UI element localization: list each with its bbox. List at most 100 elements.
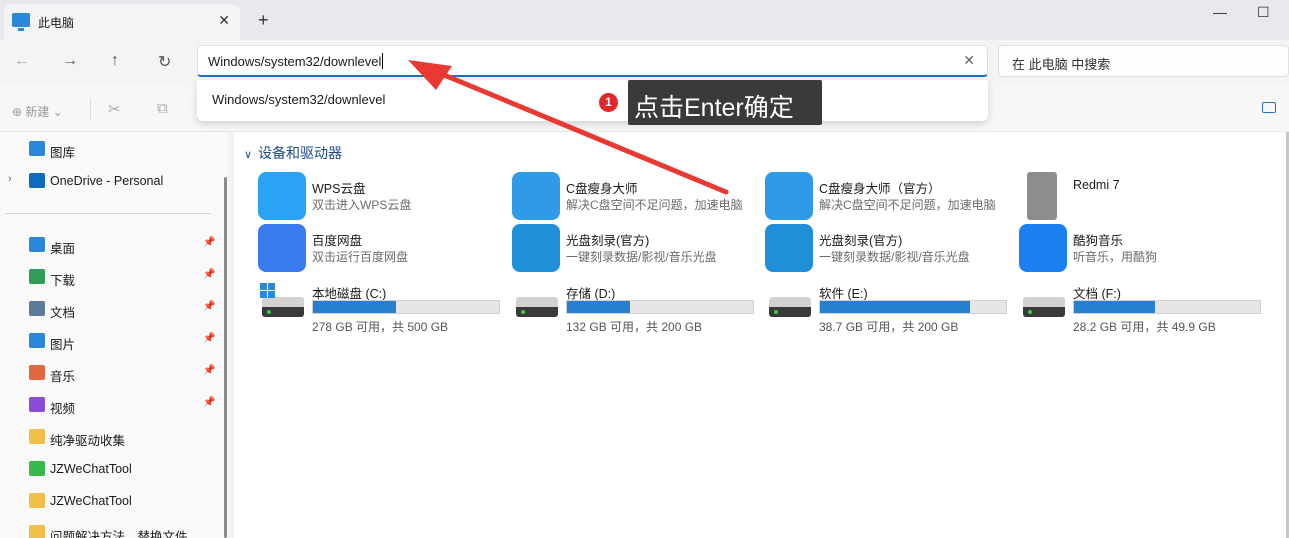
c-cleaner-icon	[512, 172, 560, 220]
music-icon	[29, 365, 45, 380]
device-name: C盘瘦身大师	[566, 182, 638, 196]
sidebar-item[interactable]: 音乐 📌	[0, 359, 220, 387]
drive-usage-bar	[566, 300, 754, 314]
sidebar-item-label: JZWeChatTool	[50, 494, 132, 508]
hard-drive-icon	[769, 297, 811, 317]
sidebar-item[interactable]: › OneDrive - Personal	[0, 167, 220, 195]
drive-usage-fill	[1074, 301, 1155, 313]
drive-tile[interactable]: 软件 (E:) 38.7 GB 可用，共 200 GB	[767, 283, 1017, 335]
sidebar-item-label: 文档	[50, 306, 76, 320]
sidebar-item-label: 问题解决方法、替换文件	[50, 530, 188, 538]
drive-tile[interactable]: 文档 (F:) 28.2 GB 可用，共 49.9 GB	[1021, 283, 1271, 335]
sidebar-item[interactable]: JZWeChatTool	[0, 487, 220, 515]
sidebar-item[interactable]: 问题解决方法、替换文件	[0, 519, 220, 538]
pin-icon: 📌	[203, 333, 216, 344]
section-title: 设备和驱动器	[258, 145, 343, 161]
device-tile[interactable]: 酷狗音乐听音乐，用酷狗	[1019, 224, 1269, 276]
sidebar-item[interactable]: JZWeChatTool	[0, 455, 220, 483]
toolbar-divider	[90, 98, 91, 120]
device-name: C盘瘦身大师（官方）	[819, 182, 941, 196]
address-input[interactable]: Windows/system32/downlevel	[208, 53, 384, 69]
chevron-right-icon[interactable]: ›	[8, 173, 12, 185]
title-bar: 此电脑 ✕ + — ☐	[0, 0, 1289, 40]
sidebar-item[interactable]: 桌面 📌	[0, 231, 220, 259]
pin-icon: 📌	[203, 365, 216, 376]
sidebar-item[interactable]: 图库	[0, 135, 220, 163]
device-name: Redmi 7	[1073, 178, 1120, 192]
sidebar-item[interactable]: 图片 📌	[0, 327, 220, 355]
drive-usage-fill	[313, 301, 396, 313]
device-description: 双击运行百度网盘	[312, 250, 409, 264]
search-box[interactable]: 在 此电脑 中搜索	[998, 45, 1289, 77]
hard-drive-icon	[262, 297, 304, 317]
maximize-button[interactable]: ☐	[1257, 4, 1270, 21]
device-description: 听音乐，用酷狗	[1073, 250, 1158, 264]
device-description: 解决C盘空间不足问题，加速电脑	[566, 198, 743, 212]
suggestion-item[interactable]: Windows/system32/downlevel	[212, 92, 385, 107]
drive-free-space: 28.2 GB 可用，共 49.9 GB	[1073, 320, 1216, 334]
device-tile[interactable]: 光盘刻录(官方) 一键刻录数据/影视/音乐光盘	[512, 224, 762, 276]
device-tile[interactable]: WPS云盘双击进入WPS云盘	[258, 172, 508, 224]
sidebar-item[interactable]: 纯净驱动收集	[0, 423, 220, 451]
sidebar-item-label: 桌面	[50, 242, 76, 256]
sidebar-item[interactable]: 下载 📌	[0, 263, 220, 291]
annotation-text: 点击Enter确定	[634, 94, 794, 122]
device-tile[interactable]: 光盘刻录(官方) 一键刻录数据/影视/音乐光盘	[765, 224, 1015, 276]
close-tab-icon[interactable]: ✕	[218, 12, 230, 29]
annotation-callout: 点击Enter确定	[628, 80, 822, 125]
drive-free-space: 132 GB 可用，共 200 GB	[566, 320, 703, 334]
back-button[interactable]: ←	[14, 52, 30, 70]
computer-icon	[12, 13, 30, 31]
windows-logo-square	[260, 291, 267, 298]
device-tile[interactable]: Redmi 7	[1019, 172, 1269, 224]
device-name: 光盘刻录(官方)	[819, 234, 903, 248]
drive-tile[interactable]: 存储 (D:) 132 GB 可用，共 200 GB	[514, 283, 764, 335]
up-button[interactable]: ↑	[111, 52, 119, 70]
sidebar-item-label: OneDrive - Personal	[50, 174, 164, 188]
details-pane-icon[interactable]	[1262, 102, 1276, 113]
sidebar-scrollbar[interactable]	[224, 177, 227, 538]
drive-tile[interactable]: 本地磁盘 (C:) 278 GB 可用，共 500 GB	[260, 283, 510, 335]
section-header[interactable]: ∨ 设备和驱动器	[244, 143, 342, 163]
device-name: WPS云盘	[312, 182, 366, 196]
device-description: 一键刻录数据/影视/音乐光盘	[819, 250, 970, 264]
sidebar-item[interactable]: 视频 📌	[0, 391, 220, 419]
step-badge: 1	[599, 93, 618, 112]
folder-icon	[29, 429, 45, 444]
sidebar-item-label: 音乐	[50, 370, 76, 384]
copy-icon[interactable]: ⧉	[157, 100, 168, 117]
sidebar-item-label: 下载	[50, 274, 76, 288]
device-description: 双击进入WPS云盘	[312, 198, 412, 212]
device-name: 酷狗音乐	[1073, 234, 1124, 248]
drive-led	[1028, 310, 1032, 314]
minimize-button[interactable]: —	[1213, 4, 1227, 20]
device-tile[interactable]: C盘瘦身大师解决C盘空间不足问题，加速电脑	[512, 172, 762, 224]
refresh-button[interactable]: ↻	[158, 52, 171, 72]
device-name: 百度网盘	[312, 234, 363, 248]
device-description: 一键刻录数据/影视/音乐光盘	[566, 250, 717, 264]
sidebar-item[interactable]: 文档 📌	[0, 295, 220, 323]
wps-cloud-icon	[258, 172, 306, 220]
pin-icon: 📌	[203, 397, 216, 408]
tab-this-pc[interactable]: 此电脑 ✕	[4, 4, 240, 40]
c-cleaner-icon	[765, 172, 813, 220]
windows-logo-icon	[260, 283, 276, 299]
cut-icon[interactable]: ✂	[108, 100, 121, 118]
kugou-icon	[1019, 224, 1067, 272]
new-button[interactable]: ⊕ 新建 ⌄	[12, 103, 63, 120]
sidebar-item-label: 图库	[50, 146, 76, 160]
clear-icon[interactable]: ✕	[963, 52, 975, 69]
drive-usage-bar	[1073, 300, 1261, 314]
drive-usage-bar	[312, 300, 500, 314]
device-tile[interactable]: 百度网盘双击运行百度网盘	[258, 224, 508, 276]
drive-led	[267, 310, 271, 314]
sidebar-item-label: 视频	[50, 402, 76, 416]
address-bar[interactable]: Windows/system32/downlevel ✕	[197, 45, 988, 77]
new-tab-button[interactable]: +	[258, 10, 269, 31]
tab-title: 此电脑	[38, 16, 75, 30]
gallery-icon	[29, 141, 45, 156]
disc-burn-icon	[765, 224, 813, 272]
sidebar-item-label: JZWeChatTool	[50, 462, 132, 476]
device-tile[interactable]: C盘瘦身大师（官方） 解决C盘空间不足问题，加速电脑	[765, 172, 1015, 224]
forward-button[interactable]: →	[62, 52, 78, 70]
